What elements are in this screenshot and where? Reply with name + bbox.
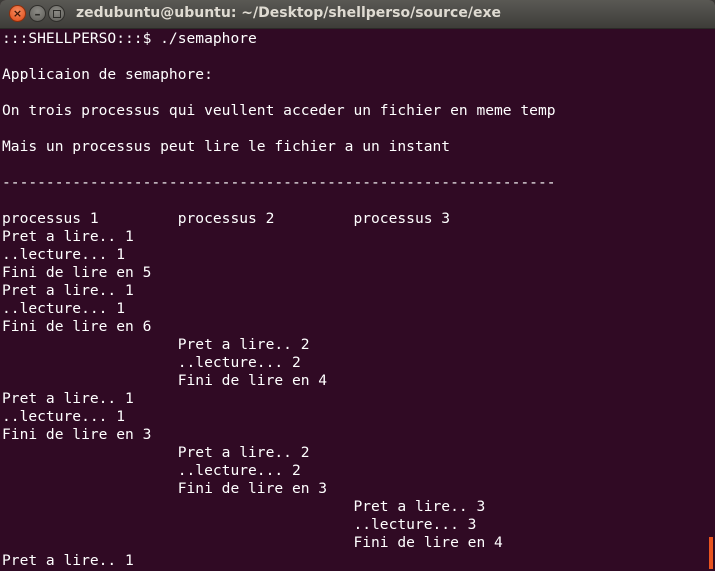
maximize-button[interactable] bbox=[48, 5, 65, 22]
terminal-lines: :::SHELLPERSO:::$ ./semaphoreApplicaion … bbox=[2, 30, 556, 570]
terminal-line: Pret a lire.. 1 bbox=[2, 390, 134, 407]
terminal-line: Fini de lire en 4 bbox=[2, 372, 328, 389]
terminal-line: Pret a lire.. 2 bbox=[2, 336, 310, 353]
terminal-line: Applicaion de semaphore: bbox=[2, 66, 213, 83]
terminal-line: Pret a lire.. 3 bbox=[2, 498, 486, 515]
terminal-line: Mais un processus peut lire le fichier a… bbox=[2, 138, 451, 155]
terminal-line: ----------------------------------------… bbox=[2, 174, 556, 191]
terminal-line: Pret a lire.. 2 bbox=[2, 444, 310, 461]
terminal-line: On trois processus qui veullent acceder … bbox=[2, 102, 556, 119]
close-icon: × bbox=[12, 7, 23, 20]
minimize-icon: – bbox=[34, 6, 41, 21]
terminal-line: Fini de lire en 3 bbox=[2, 480, 328, 497]
terminal-cursor bbox=[709, 537, 713, 569]
terminal-line: ..lecture... 2 bbox=[2, 354, 301, 371]
title-bar[interactable]: × – zedubuntu@ubuntu: ~/Desktop/shellper… bbox=[0, 0, 715, 29]
terminal-line: ..lecture... 1 bbox=[2, 246, 126, 263]
terminal-line: Fini de lire en 3 bbox=[2, 426, 152, 443]
terminal-line: processus 1 processus 2 processus 3 bbox=[2, 210, 451, 227]
terminal-output[interactable]: :::SHELLPERSO:::$ ./semaphoreApplicaion … bbox=[0, 29, 715, 571]
terminal-line: Fini de lire en 6 bbox=[2, 318, 152, 335]
terminal-line: Pret a lire.. 1 bbox=[2, 228, 134, 245]
terminal-line: Pret a lire.. 1 bbox=[2, 282, 134, 299]
minimize-button[interactable]: – bbox=[29, 5, 46, 22]
terminal-window: × – zedubuntu@ubuntu: ~/Desktop/shellper… bbox=[0, 0, 715, 571]
terminal-line: Fini de lire en 4 bbox=[2, 534, 503, 551]
terminal-line: :::SHELLPERSO:::$ ./semaphore bbox=[2, 30, 257, 47]
terminal-line: Pret a lire.. 1 bbox=[2, 552, 134, 569]
terminal-line: ..lecture... 1 bbox=[2, 300, 126, 317]
terminal-line: ..lecture... 2 bbox=[2, 462, 301, 479]
terminal-line: ..lecture... 3 bbox=[2, 516, 477, 533]
close-button[interactable]: × bbox=[9, 5, 26, 22]
window-title: zedubuntu@ubuntu: ~/Desktop/shellperso/s… bbox=[76, 5, 501, 21]
maximize-icon bbox=[52, 9, 61, 18]
terminal-line: ..lecture... 1 bbox=[2, 408, 126, 425]
terminal-line: Fini de lire en 5 bbox=[2, 264, 152, 281]
